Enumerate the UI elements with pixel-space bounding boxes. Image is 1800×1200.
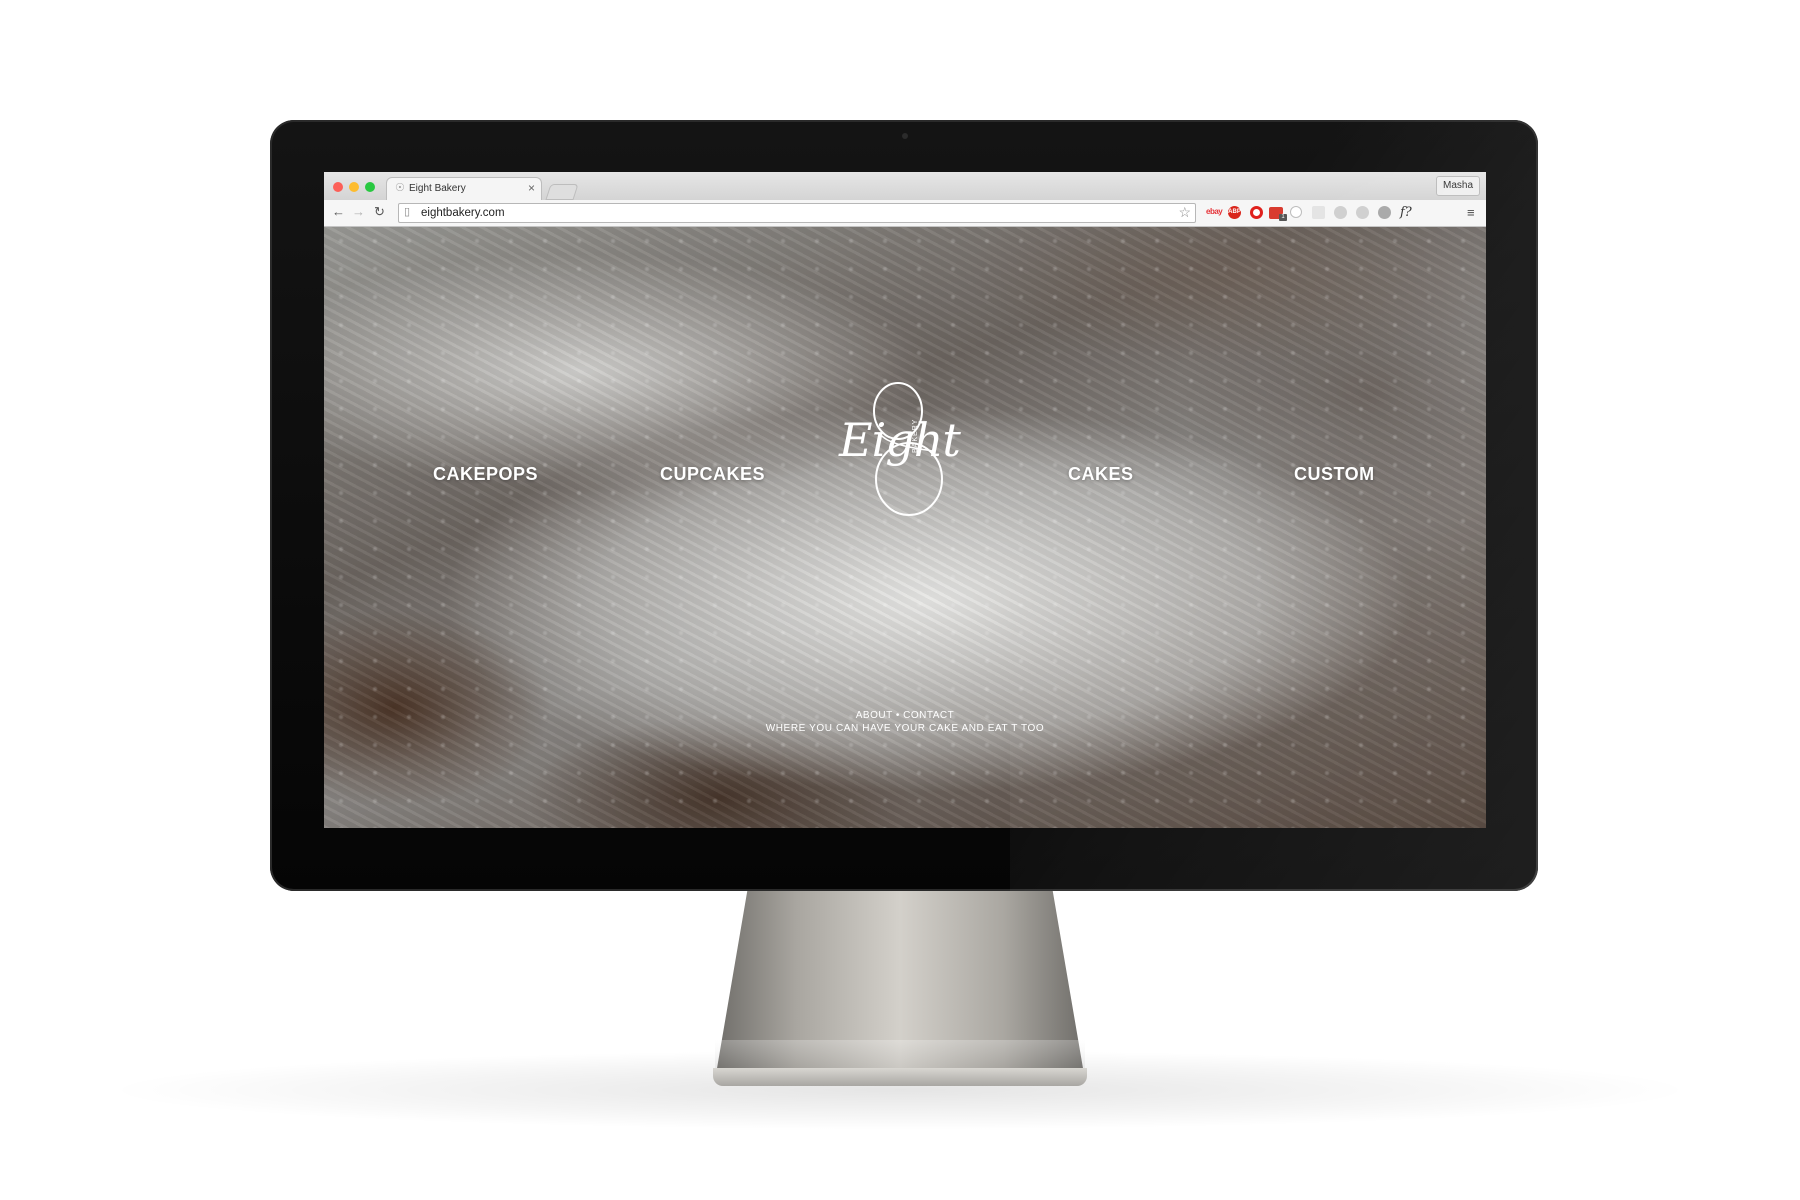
- footer-tagline: WHERE YOU CAN HAVE YOUR CAKE AND EAT T T…: [765, 723, 1045, 734]
- new-tab-button[interactable]: [545, 184, 579, 200]
- page-icon: ▯: [404, 206, 411, 218]
- whatfont-extension-icon[interactable]: f?: [1400, 205, 1412, 220]
- zoom-window-button[interactable]: [365, 182, 375, 192]
- opera-extension-icon[interactable]: [1250, 206, 1263, 219]
- ebay-extension-icon[interactable]: ebay: [1206, 207, 1223, 216]
- menu-icon[interactable]: ≡: [1467, 205, 1475, 220]
- reload-icon[interactable]: ↻: [374, 205, 385, 219]
- footer-links: ABOUT • CONTACT: [324, 710, 1486, 722]
- monitor-screen: ☉ Eight Bakery × Masha ← → ↻ ▯ eightbake…: [324, 172, 1486, 828]
- browser-tab[interactable]: ☉ Eight Bakery ×: [386, 177, 542, 201]
- adblock-plus-icon[interactable]: ABP: [1228, 206, 1241, 219]
- close-window-button[interactable]: [333, 182, 343, 192]
- address-bar[interactable]: ▯ eightbakery.com ☆: [398, 203, 1196, 223]
- footer-separator: •: [895, 710, 900, 721]
- nav-cakepops[interactable]: CAKEPOPS: [433, 464, 538, 485]
- cup-extension-icon[interactable]: [1312, 206, 1325, 219]
- tab-title: Eight Bakery: [409, 183, 466, 194]
- mail-badge: 1: [1279, 214, 1287, 221]
- camera-icon: [902, 133, 908, 139]
- circle-extension-icon[interactable]: [1290, 206, 1302, 218]
- logo-subtext: BAKERY: [912, 418, 919, 453]
- footer-about-link[interactable]: ABOUT: [856, 710, 893, 721]
- logo-script-text: Eight: [839, 413, 961, 467]
- hero-page: CAKEPOPS CUPCAKES Eight BAKERY CAKES CUS…: [324, 227, 1486, 828]
- footer-contact-link[interactable]: CONTACT: [903, 710, 954, 721]
- nav-cupcakes[interactable]: CUPCAKES: [660, 464, 765, 485]
- monitor-foot: [713, 1068, 1087, 1086]
- browser-tab-bar: ☉ Eight Bakery × Masha: [324, 172, 1486, 201]
- nav-custom[interactable]: CUSTOM: [1294, 464, 1375, 485]
- grid-extension-icon[interactable]: [1356, 206, 1369, 219]
- bookmark-star-icon[interactable]: ☆: [1178, 204, 1191, 220]
- url-text[interactable]: eightbakery.com: [421, 206, 505, 220]
- nav-cakes[interactable]: CAKES: [1068, 464, 1134, 485]
- check-extension-icon[interactable]: [1378, 206, 1391, 219]
- forward-arrow-icon[interactable]: →: [352, 205, 365, 219]
- tab-close-button[interactable]: ×: [528, 181, 535, 195]
- profile-button[interactable]: Masha: [1435, 176, 1480, 196]
- minimize-window-button[interactable]: [349, 182, 359, 192]
- back-arrow-icon[interactable]: ←: [332, 205, 345, 219]
- browser-toolbar: ← → ↻ ▯ eightbakery.com ☆ ebay ABP 1 f? …: [324, 200, 1486, 227]
- favicon-icon: ☉: [395, 182, 405, 194]
- pen-extension-icon[interactable]: [1334, 206, 1347, 219]
